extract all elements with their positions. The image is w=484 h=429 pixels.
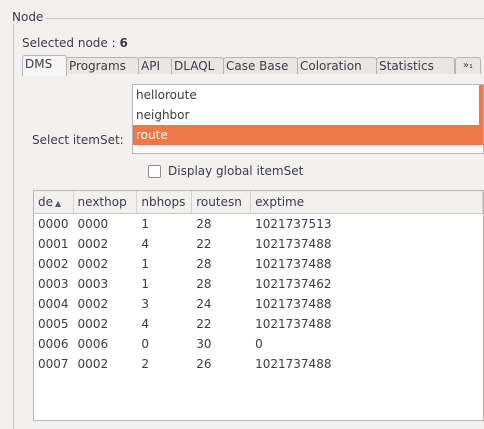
cell-nexthop: 0000 <box>77 217 109 231</box>
cell-de: 0001 <box>38 237 69 251</box>
cell-nexthop: 0002 <box>77 317 109 331</box>
cell-routesn: 22 <box>196 237 212 251</box>
cell-nexthop: 0002 <box>77 237 109 251</box>
itemset-item-neighbor[interactable]: neighbor <box>133 105 483 125</box>
cell-nexthop: 0002 <box>77 297 109 311</box>
cell-de: 0000 <box>38 217 69 231</box>
tab-api[interactable]: API <box>138 57 172 74</box>
cell-de: 0005 <box>38 317 69 331</box>
cell-exptime: 1021737488 <box>255 317 332 331</box>
cell-de: 0002 <box>38 257 69 271</box>
cell-de: 0007 <box>38 357 69 371</box>
cell-nbhops: 3 <box>141 297 149 311</box>
cell-nbhops: 2 <box>141 357 149 371</box>
cell-de: 0003 <box>38 277 69 291</box>
cell-exptime: 1021737462 <box>255 277 332 291</box>
selected-node: Selected node : 6 <box>22 36 128 50</box>
table-row[interactable]: 0007 0002 2 26 1021737488 <box>34 354 483 374</box>
display-global-label: Display global itemSet <box>168 164 304 178</box>
cell-de: 0006 <box>38 337 69 351</box>
tab-statistics[interactable]: Statistics <box>376 57 455 74</box>
cell-nbhops: 4 <box>141 237 149 251</box>
itemset-list[interactable]: helloroute neighbor route <box>132 84 484 154</box>
list-scrollbar[interactable] <box>479 85 483 127</box>
selected-node-label: Selected node : <box>22 36 116 50</box>
cell-nexthop: 0002 <box>77 257 109 271</box>
tab-dms[interactable]: DMS <box>22 55 67 76</box>
table-row[interactable]: 0003 0003 1 28 1021737462 <box>34 274 483 294</box>
column-header-nbhops[interactable]: nbhops <box>136 191 193 214</box>
cell-routesn: 24 <box>196 297 212 311</box>
cell-exptime: 1021737488 <box>255 357 332 371</box>
cell-nbhops: 1 <box>141 217 149 231</box>
cell-routesn: 28 <box>196 277 212 291</box>
table-row[interactable]: 0006 0006 0 30 0 <box>34 334 483 354</box>
table-row[interactable]: 0002 0002 1 28 1021737488 <box>34 254 483 274</box>
cell-exptime: 0 <box>255 337 263 351</box>
route-table: de ▲ nexthop nbhops routesn exptime 0000 … <box>33 190 484 421</box>
display-global-checkbox-row[interactable]: Display global itemSet <box>148 164 303 178</box>
cell-routesn: 28 <box>196 257 212 271</box>
selected-node-value: 6 <box>119 36 128 50</box>
tab-case-base[interactable]: Case Base <box>223 57 298 74</box>
cell-routesn: 28 <box>196 217 212 231</box>
cell-exptime: 1021737488 <box>255 297 332 311</box>
tab-bar: DMS Programs API DLAQL Case Base Colorat… <box>22 55 484 76</box>
table-row[interactable]: 0005 0002 4 22 1021737488 <box>34 314 483 334</box>
table-row[interactable]: 0001 0002 4 22 1021737488 <box>34 234 483 254</box>
cell-exptime: 1021737488 <box>255 257 332 271</box>
cell-nbhops: 0 <box>141 337 149 351</box>
column-header-nexthop[interactable]: nexthop <box>73 191 138 214</box>
table-header-row: de ▲ nexthop nbhops routesn exptime <box>34 191 483 214</box>
table-row[interactable]: 0000 0000 1 28 1021737513 <box>34 214 483 235</box>
cell-routesn: 26 <box>196 357 212 371</box>
cell-routesn: 22 <box>196 317 212 331</box>
select-itemset-label: Select itemSet: <box>32 133 124 147</box>
column-header-routesn[interactable]: routesn <box>191 191 252 214</box>
sort-ascending-icon: ▲ <box>55 199 62 208</box>
table-row[interactable]: 0004 0002 3 24 1021737488 <box>34 294 483 314</box>
tab-overflow-button[interactable]: »₁ <box>455 57 481 74</box>
tab-dlaql[interactable]: DLAQL <box>171 57 224 74</box>
tab-programs[interactable]: Programs <box>66 57 139 74</box>
cell-nexthop: 0002 <box>77 357 109 371</box>
cell-routesn: 30 <box>196 337 212 351</box>
cell-exptime: 1021737488 <box>255 237 332 251</box>
itemset-item-route[interactable]: route <box>133 125 483 145</box>
cell-exptime: 1021737513 <box>255 217 332 231</box>
cell-nexthop: 0006 <box>77 337 109 351</box>
cell-de: 0004 <box>38 297 69 311</box>
itemset-item-helloroute[interactable]: helloroute <box>133 85 483 105</box>
display-global-checkbox[interactable] <box>148 164 161 178</box>
cell-nexthop: 0003 <box>77 277 109 291</box>
column-header-de[interactable]: de ▲ <box>34 191 74 214</box>
tab-coloration[interactable]: Coloration <box>297 57 377 74</box>
cell-nbhops: 1 <box>141 257 149 271</box>
column-header-exptime[interactable]: exptime <box>250 191 483 214</box>
cell-nbhops: 4 <box>141 317 149 331</box>
cell-nbhops: 1 <box>141 277 149 291</box>
node-group-title: Node <box>9 10 47 24</box>
dms-panel: Select itemSet: helloroute neighbor rout… <box>22 75 484 421</box>
